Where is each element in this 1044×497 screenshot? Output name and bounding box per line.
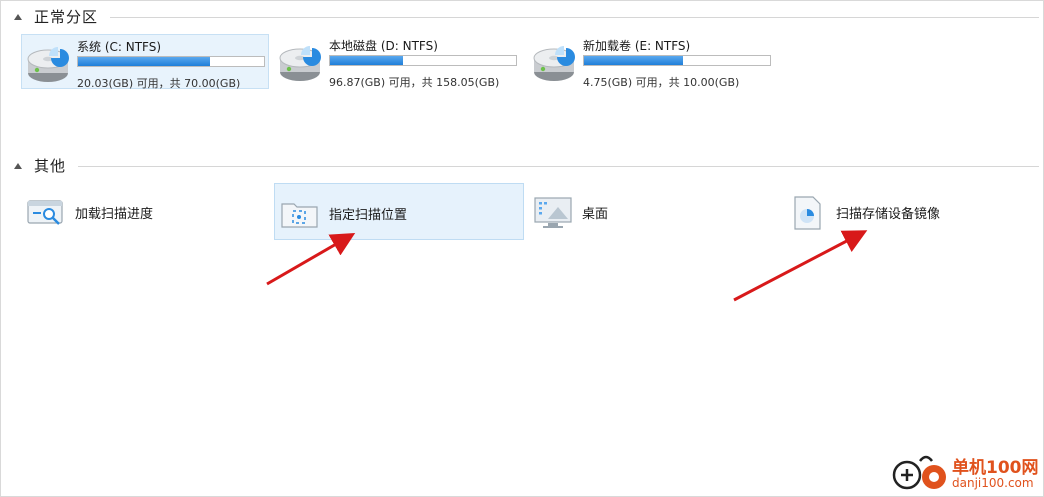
watermark-logo-icon	[892, 455, 946, 490]
red-arrow-icon	[733, 230, 868, 302]
red-arrow-icon	[266, 232, 356, 286]
watermark: 单机100网 danji100.com	[892, 451, 1040, 493]
annotation-arrows	[266, 230, 868, 302]
watermark-title: 单机100网	[952, 458, 1039, 478]
watermark-url: danji100.com	[952, 476, 1034, 490]
